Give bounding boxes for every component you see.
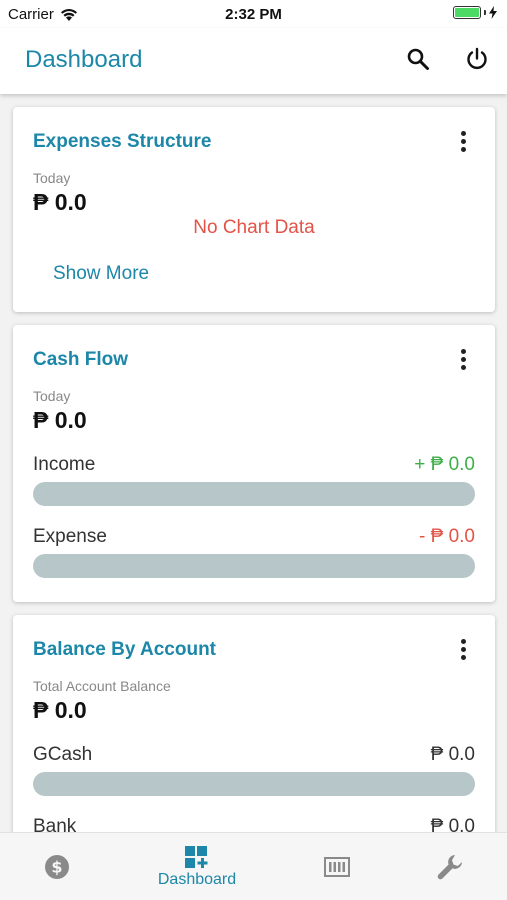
nav-label-dashboard: Dashboard — [157, 871, 237, 888]
account-balance: ₱ 0.0 — [430, 816, 475, 832]
period-label: Today — [33, 170, 71, 186]
dollar-icon: $ — [45, 855, 69, 879]
card-title: Cash Flow — [33, 349, 129, 370]
app-header: Dashboard — [0, 28, 507, 94]
nav-item-accounts[interactable] — [307, 833, 367, 900]
battery-indicator — [453, 6, 497, 19]
no-chart-data-message: No Chart Data — [193, 217, 315, 238]
nav-item-transactions[interactable]: $ — [27, 833, 87, 900]
page-title: Dashboard — [25, 46, 143, 73]
dashboard-content[interactable]: Expenses Structure Today ₱ 0.0 No Chart … — [0, 94, 507, 832]
account-name: GCash — [33, 744, 93, 765]
income-value: + ₱ 0.0 — [414, 454, 475, 475]
bottom-navigation: $ Dashboard — [0, 832, 507, 900]
period-label: Today — [33, 388, 71, 404]
account-balance: ₱ 0.0 — [430, 744, 475, 765]
status-bar: Carrier 2:32 PM — [0, 0, 507, 28]
search-icon — [407, 48, 429, 70]
nav-item-settings[interactable] — [420, 833, 480, 900]
expense-value: - ₱ 0.0 — [419, 526, 475, 547]
charging-bolt-icon — [489, 6, 497, 19]
income-bar — [33, 482, 475, 506]
card-title: Expenses Structure — [33, 131, 212, 152]
ledger-icon — [324, 857, 350, 877]
more-options-icon[interactable] — [453, 347, 473, 371]
amount-value: ₱ 0.0 — [33, 697, 87, 723]
power-icon — [467, 47, 487, 70]
svg-text:$: $ — [51, 858, 62, 877]
expense-label: Expense — [33, 526, 107, 547]
battery-icon — [453, 6, 481, 19]
card-title: Balance By Account — [33, 639, 217, 660]
balance-by-account-card: Balance By Account Total Account Balance… — [13, 615, 495, 832]
search-button[interactable] — [404, 45, 432, 73]
show-more-link[interactable]: Show More — [53, 263, 149, 285]
status-time: 2:32 PM — [225, 6, 282, 23]
total-balance-label: Total Account Balance — [33, 678, 171, 694]
amount-value: ₱ 0.0 — [33, 407, 87, 433]
cash-flow-card: Cash Flow Today ₱ 0.0 Income + ₱ 0.0 Exp… — [13, 325, 495, 602]
wrench-icon — [437, 855, 462, 880]
nav-item-dashboard[interactable]: Dashboard — [137, 833, 257, 900]
expense-bar — [33, 554, 475, 578]
more-options-icon[interactable] — [453, 637, 473, 661]
account-bar — [33, 772, 475, 796]
expenses-structure-card: Expenses Structure Today ₱ 0.0 No Chart … — [13, 107, 495, 312]
income-label: Income — [33, 454, 96, 475]
account-name: Bank — [33, 816, 77, 832]
more-options-icon[interactable] — [453, 129, 473, 153]
amount-value: ₱ 0.0 — [33, 189, 87, 215]
logout-button[interactable] — [463, 45, 491, 73]
dashboard-add-icon — [185, 846, 208, 868]
